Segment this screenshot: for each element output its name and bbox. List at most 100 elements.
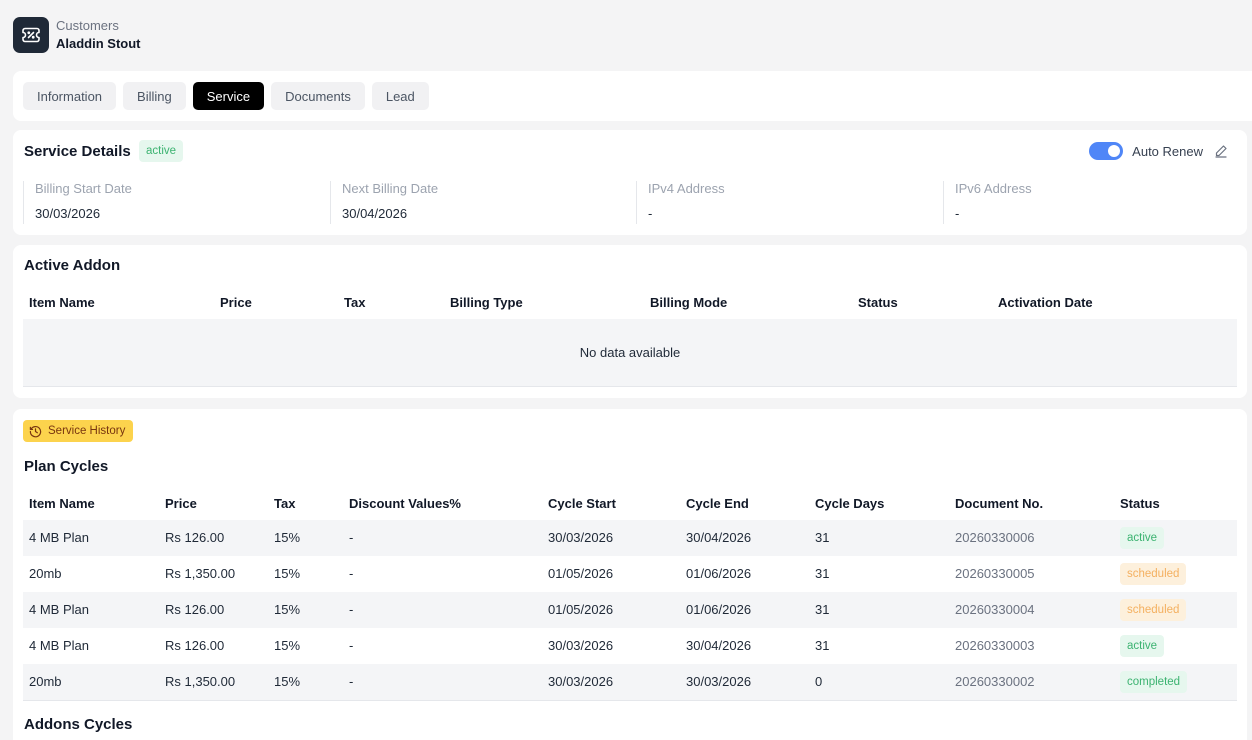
- breadcrumb-parent[interactable]: Customers: [56, 17, 141, 34]
- cell-tax: 15%: [274, 602, 301, 617]
- status-badge: active: [1120, 527, 1165, 549]
- cell-item: 4 MB Plan: [29, 530, 89, 545]
- billing-start-date-field: Billing Start Date 30/03/2026: [23, 181, 329, 224]
- table-divider: [23, 700, 1237, 701]
- status-badge: active: [1120, 635, 1165, 657]
- cell-discount: -: [349, 566, 354, 581]
- cell-discount: -: [349, 638, 354, 653]
- cell-cycle-days: 31: [815, 638, 830, 653]
- status-badge: completed: [1120, 671, 1188, 693]
- table-row[interactable]: 20mb Rs 1,350.00 15% - 30/03/2026 30/03/…: [23, 664, 1237, 700]
- field-value: -: [955, 206, 960, 221]
- page-header: Customers Aladdin Stout: [13, 17, 141, 53]
- column-header[interactable]: Status: [1120, 496, 1160, 511]
- cell-price: Rs 126.00: [165, 530, 225, 545]
- field-value: -: [648, 206, 653, 221]
- field-label: IPv6 Address: [955, 181, 1032, 196]
- cell-cycle-days: 31: [815, 530, 830, 545]
- field-label: IPv4 Address: [648, 181, 725, 196]
- table-row[interactable]: 4 MB Plan Rs 126.00 15% - 30/03/2026 30/…: [23, 628, 1237, 664]
- cell-discount: -: [349, 530, 354, 545]
- cell-document-no[interactable]: 20260330003: [955, 628, 1035, 664]
- column-header[interactable]: Status: [858, 295, 898, 310]
- field-label: Next Billing Date: [342, 181, 439, 196]
- cell-tax: 15%: [274, 638, 301, 653]
- table-row[interactable]: 4 MB Plan Rs 126.00 15% - 30/03/2026 30/…: [23, 520, 1237, 556]
- cell-document-no[interactable]: 20260330006: [955, 520, 1035, 556]
- cell-cycle-end: 30/03/2026: [686, 674, 752, 689]
- column-header[interactable]: Item Name: [29, 496, 95, 511]
- auto-renew-control: Auto Renew: [1089, 142, 1230, 160]
- cell-document-no[interactable]: 20260330002: [955, 664, 1035, 700]
- addons-cycles-title: Addons Cycles: [24, 716, 133, 733]
- cell-document-no[interactable]: 20260330004: [955, 592, 1035, 628]
- cell-item: 20mb: [29, 674, 62, 689]
- column-header[interactable]: Item Name: [29, 295, 95, 310]
- cell-document-no[interactable]: 20260330005: [955, 556, 1035, 592]
- service-status-badge: active: [139, 140, 184, 162]
- service-details-title: Service Details: [24, 143, 131, 160]
- ipv4-address-field: IPv4 Address -: [636, 181, 942, 224]
- cell-price: Rs 126.00: [165, 638, 225, 653]
- cell-price: Rs 1,350.00: [165, 566, 236, 581]
- breadcrumb-current: Aladdin Stout: [56, 36, 141, 51]
- field-label: Billing Start Date: [35, 181, 132, 196]
- cell-cycle-start: 30/03/2026: [548, 674, 614, 689]
- tab-billing[interactable]: Billing: [123, 82, 186, 110]
- pencil-icon[interactable]: [1214, 143, 1230, 159]
- cell-cycle-days: 0: [815, 674, 823, 689]
- cell-price: Rs 1,350.00: [165, 674, 236, 689]
- next-billing-date-field: Next Billing Date 30/04/2026: [330, 181, 636, 224]
- table-row[interactable]: 4 MB Plan Rs 126.00 15% - 01/05/2026 01/…: [23, 592, 1237, 628]
- column-header[interactable]: Billing Type: [450, 295, 523, 310]
- column-header[interactable]: Cycle Start: [548, 496, 616, 511]
- cell-tax: 15%: [274, 674, 301, 689]
- cell-item: 20mb: [29, 566, 62, 581]
- column-header[interactable]: Price: [220, 295, 252, 310]
- cell-cycle-end: 30/04/2026: [686, 638, 752, 653]
- cell-discount: -: [349, 602, 354, 617]
- column-header[interactable]: Billing Mode: [650, 295, 727, 310]
- column-header[interactable]: Tax: [274, 496, 295, 511]
- cell-discount: -: [349, 674, 354, 689]
- tab-information[interactable]: Information: [23, 82, 117, 110]
- field-value: 30/04/2026: [342, 206, 408, 221]
- cell-cycle-end: 01/06/2026: [686, 602, 752, 617]
- cell-cycle-start: 01/05/2026: [548, 566, 614, 581]
- cell-item: 4 MB Plan: [29, 638, 89, 653]
- column-header[interactable]: Cycle End: [686, 496, 749, 511]
- cell-cycle-days: 31: [815, 602, 830, 617]
- empty-table-message: No data available: [23, 319, 1237, 387]
- auto-renew-label: Auto Renew: [1132, 143, 1203, 159]
- cell-tax: 15%: [274, 566, 301, 581]
- column-header[interactable]: Discount Values%: [349, 496, 461, 511]
- tab-bar: Information Billing Service Documents Le…: [23, 82, 429, 110]
- column-header[interactable]: Document No.: [955, 496, 1043, 511]
- status-badge: scheduled: [1120, 599, 1187, 621]
- tab-lead[interactable]: Lead: [371, 82, 429, 110]
- clock-history-icon: [29, 425, 42, 437]
- toggle-knob: [1108, 145, 1121, 157]
- tab-documents[interactable]: Documents: [271, 82, 365, 110]
- tabs-card: Information Billing Service Documents Le…: [13, 71, 1252, 121]
- column-header[interactable]: Cycle Days: [815, 496, 884, 511]
- cell-cycle-start: 30/03/2026: [548, 530, 614, 545]
- cell-cycle-days: 31: [815, 566, 830, 581]
- cell-item: 4 MB Plan: [29, 602, 89, 617]
- column-header[interactable]: Tax: [344, 295, 365, 310]
- tab-service[interactable]: Service: [192, 82, 265, 110]
- app-logo-icon[interactable]: [13, 17, 49, 53]
- column-header[interactable]: Activation Date: [998, 295, 1093, 310]
- cell-tax: 15%: [274, 530, 301, 545]
- service-history-chip: Service History: [23, 420, 134, 442]
- breadcrumb: Customers Aladdin Stout: [56, 17, 141, 53]
- auto-renew-toggle[interactable]: [1089, 142, 1124, 160]
- status-badge: scheduled: [1120, 563, 1187, 585]
- active-addon-title: Active Addon: [24, 257, 121, 274]
- service-history-label: Service History: [48, 425, 126, 437]
- ipv6-address-field: IPv6 Address -: [943, 181, 1249, 224]
- table-row[interactable]: 20mb Rs 1,350.00 15% - 01/05/2026 01/06/…: [23, 556, 1237, 592]
- column-header[interactable]: Price: [165, 496, 197, 511]
- cell-cycle-start: 01/05/2026: [548, 602, 614, 617]
- cell-cycle-end: 01/06/2026: [686, 566, 752, 581]
